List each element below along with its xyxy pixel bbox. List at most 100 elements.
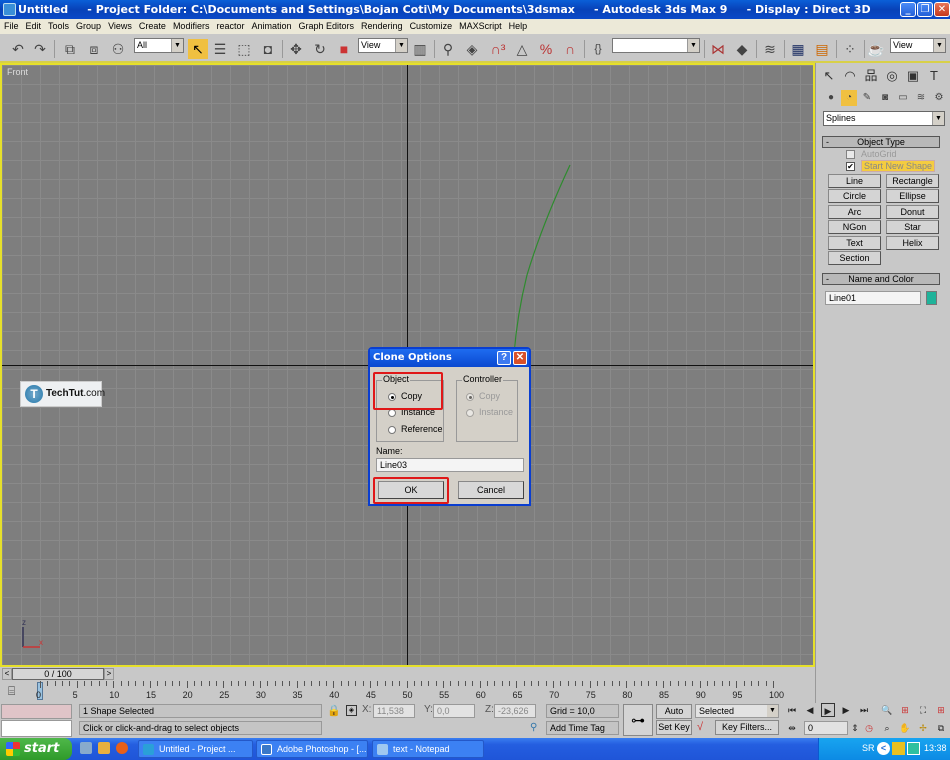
unlink-selection-icon[interactable]: ⧈	[84, 39, 104, 59]
pivot-center-icon[interactable]: ▥	[410, 39, 430, 59]
reference-coordinate-dropdown[interactable]: View ▼	[358, 38, 408, 53]
previous-frame-icon[interactable]: ◀	[803, 703, 817, 717]
x-coordinate-input[interactable]: 11,538	[373, 704, 415, 718]
y-coordinate-input[interactable]: 0,0	[433, 704, 475, 718]
curve-editor-icon[interactable]: ▦	[788, 39, 808, 59]
zoom-extents-icon[interactable]: ⛶	[916, 703, 930, 717]
start-new-shape-checkbox[interactable]: ✔	[846, 162, 855, 171]
current-frame-input[interactable]: 0	[804, 721, 848, 735]
key-mode-dropdown[interactable]: Selected ▼	[695, 704, 779, 718]
menu-reactor[interactable]: reactor	[212, 19, 247, 31]
go-to-end-icon[interactable]: ⏭	[857, 703, 871, 717]
security-warning-icon[interactable]	[892, 742, 905, 755]
select-and-scale-icon[interactable]: ■	[334, 39, 354, 59]
start-new-shape-button[interactable]: Start New Shape	[861, 160, 935, 172]
task-photoshop[interactable]: Adobe Photoshop - [...	[256, 740, 368, 758]
cancel-button[interactable]: Cancel	[458, 481, 524, 499]
hierarchy-tab-icon[interactable]: 品	[861, 66, 881, 86]
schematic-view-icon[interactable]: ▤	[812, 39, 832, 59]
absolute-mode-icon[interactable]: ◈	[346, 705, 357, 716]
menu-create[interactable]: Create	[135, 19, 169, 31]
menu-group[interactable]: Group	[72, 19, 104, 31]
pan-icon[interactable]: ✋	[898, 721, 912, 735]
track-bar[interactable]: ⌸ 0 5 10 15 20 25 30 35 40 45 50 55 60 65 70 75 80 85 90 95…	[0, 681, 815, 703]
close-icon[interactable]: ✕	[513, 351, 527, 365]
layer-manager-icon[interactable]: ≋	[760, 39, 780, 59]
name-and-color-rollout[interactable]: - Name and Color	[822, 273, 940, 285]
cameras-icon[interactable]: ◙	[877, 90, 893, 106]
systems-icon[interactable]: ⚙	[931, 90, 947, 106]
select-and-link-icon[interactable]: ⧉	[60, 39, 80, 59]
redo-icon[interactable]: ↷	[30, 39, 50, 59]
default-in-out-tangent-icon[interactable]: √	[697, 721, 703, 733]
menu-customize[interactable]: Customize	[406, 19, 456, 31]
select-manipulate-icon[interactable]: ⚲	[438, 39, 458, 59]
section-button[interactable]: Section	[828, 251, 881, 265]
add-time-tag-button[interactable]: Add Time Tag	[546, 721, 619, 735]
maximize-viewport-icon[interactable]: ⧉	[934, 721, 948, 735]
clone-name-input[interactable]: Line03	[376, 458, 524, 472]
menu-graph-editors[interactable]: Graph Editors	[295, 19, 358, 31]
mirror-icon[interactable]: ⋈	[708, 39, 728, 59]
close-button[interactable]: ✕	[934, 2, 950, 17]
display-tab-icon[interactable]: ▣	[903, 66, 923, 86]
key-mode-toggle-icon[interactable]: ⇹	[785, 721, 799, 735]
arc-button[interactable]: Arc	[828, 205, 881, 219]
time-slider-thumb[interactable]: 0 / 100	[12, 668, 104, 680]
window-crossing-icon[interactable]: ◘	[258, 39, 278, 59]
shapes-icon[interactable]: ◔	[841, 90, 857, 106]
percent-snap-icon[interactable]: %	[536, 39, 556, 59]
render-view-dropdown[interactable]: View ▼	[890, 38, 946, 53]
select-and-move-icon[interactable]: ✥	[286, 39, 306, 59]
create-tab-icon[interactable]: ↖	[819, 66, 839, 86]
time-slider-next[interactable]: >	[104, 668, 114, 680]
menu-tools[interactable]: Tools	[44, 19, 72, 31]
material-editor-icon[interactable]: ⁘	[840, 39, 860, 59]
ellipse-button[interactable]: Ellipse	[886, 189, 939, 203]
rectangular-selection-icon[interactable]: ⬚	[234, 39, 254, 59]
zoom-all-icon[interactable]: ⊞	[898, 703, 912, 717]
angle-snap-icon[interactable]: △	[512, 39, 532, 59]
geometry-icon[interactable]: ●	[823, 90, 839, 106]
select-object-icon[interactable]: ↖	[188, 39, 208, 59]
text-button[interactable]: Text	[828, 236, 881, 250]
object-name-input[interactable]: Line01	[825, 291, 921, 305]
next-frame-icon[interactable]: ▶	[839, 703, 853, 717]
key-filters-button[interactable]: Key Filters...	[715, 720, 779, 735]
line-button[interactable]: Line	[828, 174, 881, 188]
utilities-tab-icon[interactable]: T	[924, 66, 944, 86]
ngon-button[interactable]: NGon	[828, 220, 881, 234]
named-selection-dropdown[interactable]: ▼	[612, 38, 700, 53]
reference-label[interactable]: Reference	[401, 424, 443, 434]
maxscript-listener-pink[interactable]	[1, 704, 72, 719]
restore-button[interactable]: ❐	[917, 2, 933, 17]
reference-radio[interactable]	[388, 426, 396, 434]
selection-filter-dropdown[interactable]: All ▼	[134, 38, 184, 53]
quicklaunch-app-icon[interactable]	[98, 742, 110, 754]
donut-button[interactable]: Donut	[886, 205, 939, 219]
language-indicator[interactable]: SR	[862, 743, 875, 753]
zoom-icon[interactable]: 🔍	[880, 703, 894, 717]
lights-icon[interactable]: ✎	[859, 90, 875, 106]
set-key-button[interactable]: Set Key	[656, 720, 692, 735]
snaps-toggle-icon[interactable]: ∩³	[488, 39, 508, 59]
spinner-snap-icon[interactable]: ∩	[560, 39, 580, 59]
field-of-view-icon[interactable]: ⌕	[880, 721, 894, 735]
menu-help[interactable]: Help	[505, 19, 531, 31]
motion-tab-icon[interactable]: ◎	[882, 66, 902, 86]
play-icon[interactable]: ▶	[821, 703, 835, 717]
show-hidden-icons-icon[interactable]: <	[877, 742, 890, 755]
quicklaunch-firefox-icon[interactable]	[116, 742, 128, 754]
menu-modifiers[interactable]: Modifiers	[169, 19, 213, 31]
task-notepad[interactable]: text - Notepad	[372, 740, 484, 758]
autogrid-checkbox[interactable]	[846, 150, 855, 159]
helpers-icon[interactable]: ▭	[895, 90, 911, 106]
circle-button[interactable]: Circle	[828, 189, 881, 203]
instance-radio[interactable]	[388, 409, 396, 417]
arc-rotate-icon[interactable]: ✢	[916, 721, 930, 735]
modify-tab-icon[interactable]: ◠	[840, 66, 860, 86]
menu-edit[interactable]: Edit	[22, 19, 45, 31]
menu-rendering[interactable]: Rendering	[357, 19, 406, 31]
select-by-name-icon[interactable]: ☰	[210, 39, 230, 59]
time-tag-icon[interactable]: ⚲	[530, 722, 537, 733]
